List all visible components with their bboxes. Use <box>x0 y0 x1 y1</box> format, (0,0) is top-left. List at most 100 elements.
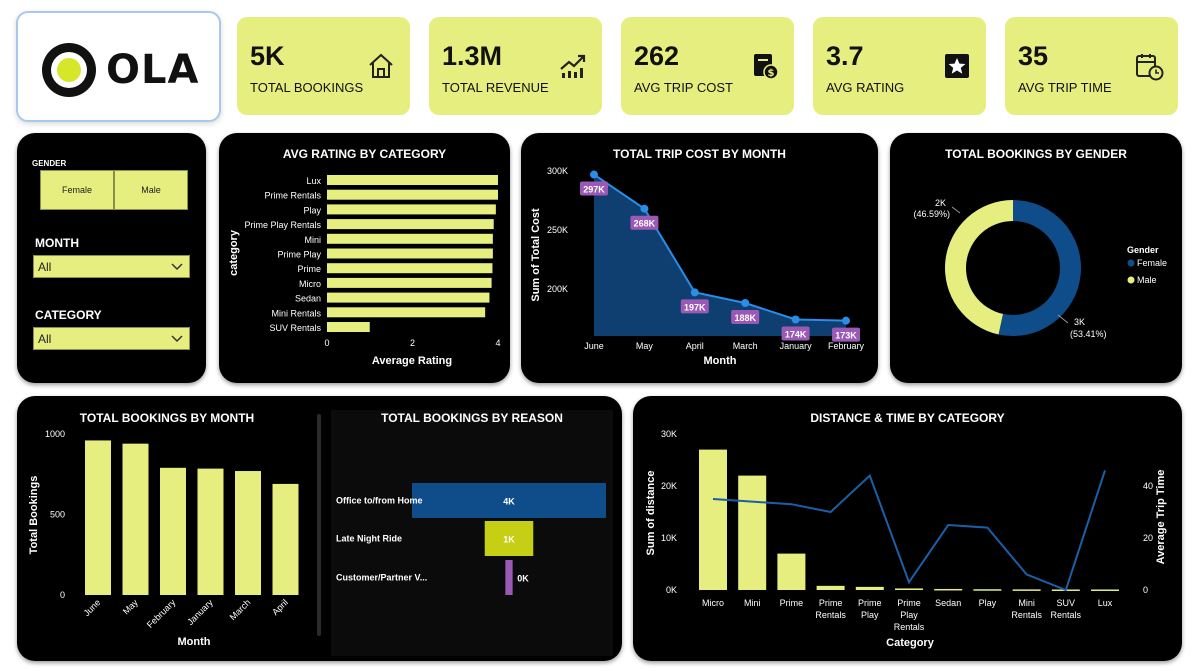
x-tick-label: Play <box>861 610 879 620</box>
data-label: 173K <box>835 331 857 341</box>
distance-bar <box>1012 589 1041 591</box>
kpi-avg-trip-time: 35 AVG TRIP TIME <box>1005 17 1178 115</box>
x-tick-label: June <box>584 341 604 351</box>
y-tick-label: 20K <box>661 481 677 491</box>
data-point <box>640 204 649 213</box>
kpi-label: TOTAL BOOKINGS <box>250 80 364 95</box>
distance-bar <box>816 585 845 590</box>
chart-title: TOTAL TRIP COST BY MONTH <box>613 147 786 161</box>
rating-bar <box>327 307 486 318</box>
x-tick-label: Mini <box>744 598 761 608</box>
data-label: 268K <box>634 219 656 229</box>
chevron-down-icon <box>171 263 183 271</box>
y-axis-title: Sum of distance <box>645 471 657 556</box>
x-tick-label: January <box>185 597 215 627</box>
data-point <box>842 316 850 325</box>
kpi-label: AVG TRIP TIME <box>1018 80 1112 95</box>
rating-bar <box>327 248 493 259</box>
x-tick-label: March <box>733 341 758 351</box>
category-tick-label: Prime <box>297 264 321 274</box>
logo-text: OLA <box>106 47 200 93</box>
data-label: 297K <box>583 185 605 195</box>
x-tick-label: Rentals <box>1051 610 1082 620</box>
x-tick-label: Sedan <box>935 598 961 608</box>
x-tick-label: May <box>636 341 654 351</box>
kpi-total-bookings: 5K TOTAL BOOKINGS <box>237 17 410 115</box>
x-axis-title: Month <box>704 355 737 367</box>
month-slicer-label: MONTH <box>35 236 79 250</box>
gender-slicer-label: GENDER <box>32 159 67 168</box>
chart-title: TOTAL BOOKINGS BY GENDER <box>945 147 1127 161</box>
x-tick-label: April <box>270 597 290 617</box>
chart-title: TOTAL BOOKINGS BY REASON <box>381 411 563 425</box>
x-tick-label: Rentals <box>1011 610 1042 620</box>
trip-cost-chart: 297K June 268K May 197K April 188K March 174KJan… <box>530 166 865 367</box>
x-tick-label: April <box>686 341 704 351</box>
month-dropdown[interactable]: All <box>33 255 190 278</box>
data-label: 188K <box>734 313 756 323</box>
rating-bar <box>327 189 498 200</box>
x-tick-label: January <box>780 341 813 351</box>
gender-male-button[interactable]: Male <box>114 170 188 210</box>
legend-marker <box>1127 259 1135 267</box>
distance-bar <box>699 449 727 590</box>
legend-title: Gender <box>1127 245 1159 255</box>
category-tick-label: Lux <box>306 176 321 186</box>
home-icon <box>369 53 393 78</box>
area-fill <box>594 174 846 336</box>
avg-rating-chart: Lux Prime Rentals Play Prime Play Rentals Mi… <box>228 175 501 367</box>
gender-female-button[interactable]: Female <box>40 170 114 210</box>
category-tick-label: Sedan <box>295 294 321 304</box>
chevron-down-icon <box>171 335 183 343</box>
rating-bar <box>327 292 490 303</box>
y-axis-title: Total Bookings <box>28 476 40 555</box>
y2-tick-label: 0 <box>1143 585 1148 595</box>
category-dropdown[interactable]: All <box>33 327 190 350</box>
data-label: 0K <box>517 574 529 584</box>
x-tick-label: June <box>82 597 103 618</box>
x-tick-label: Mini <box>1018 598 1035 608</box>
data-label: 174K <box>785 330 807 340</box>
data-point <box>690 288 699 297</box>
bookings-by-reason-chart: Office to/from Home 4K Late Night Ride 1K Cu… <box>336 483 606 595</box>
x-tick-label: February <box>145 597 178 630</box>
kpi-avg-trip-cost: 262 AVG TRIP COST $ <box>621 17 794 115</box>
star-box-icon <box>945 54 969 78</box>
x-tick-label: Play <box>979 598 997 608</box>
data-label: 197K <box>684 302 706 312</box>
reason-bar <box>505 560 513 595</box>
scrollbar[interactable] <box>317 414 321 636</box>
x-tick-label: May <box>121 597 140 616</box>
data-label: 4K <box>503 497 515 507</box>
distance-bar <box>1091 589 1119 591</box>
x-tick-label: 0 <box>324 338 329 348</box>
x-tick-label: Prime <box>897 598 921 608</box>
kpi-value: 3.7 <box>826 41 864 71</box>
y-tick-label: 500 <box>50 510 65 520</box>
category-tick-label: Prime Rentals <box>264 191 321 201</box>
bookings-by-month-chart: June May February January March April 1000 500 0… <box>28 429 299 648</box>
rating-bar <box>327 263 493 274</box>
x-tick-label: Play <box>900 610 918 620</box>
rating-bar <box>327 233 493 244</box>
x-axis-title: Category <box>886 637 935 649</box>
distance-bar <box>934 588 963 591</box>
kpi-avg-rating: 3.7 AVG RATING <box>813 17 986 115</box>
x-tick-label: Rentals <box>815 610 846 620</box>
category-label: Late Night Ride <box>336 534 402 544</box>
category-tick-label: Prime Play Rentals <box>244 220 321 230</box>
kpi-value: 262 <box>634 41 680 71</box>
x-tick-label: Rentals <box>894 622 925 632</box>
leader-line <box>1057 314 1069 324</box>
chart-title: DISTANCE & TIME BY CATEGORY <box>810 411 1005 425</box>
x-tick-label: February <box>828 341 865 351</box>
month-bar <box>235 471 261 595</box>
kpi-label: AVG TRIP COST <box>634 80 733 95</box>
trending-up-icon <box>560 54 586 78</box>
calendar-clock-icon <box>1136 54 1164 81</box>
category-tick-label: Micro <box>299 279 321 289</box>
y2-tick-label: 40 <box>1143 481 1153 491</box>
data-point <box>791 315 800 324</box>
kpi-label: TOTAL REVENUE <box>442 80 549 95</box>
distance-bar <box>855 586 884 590</box>
